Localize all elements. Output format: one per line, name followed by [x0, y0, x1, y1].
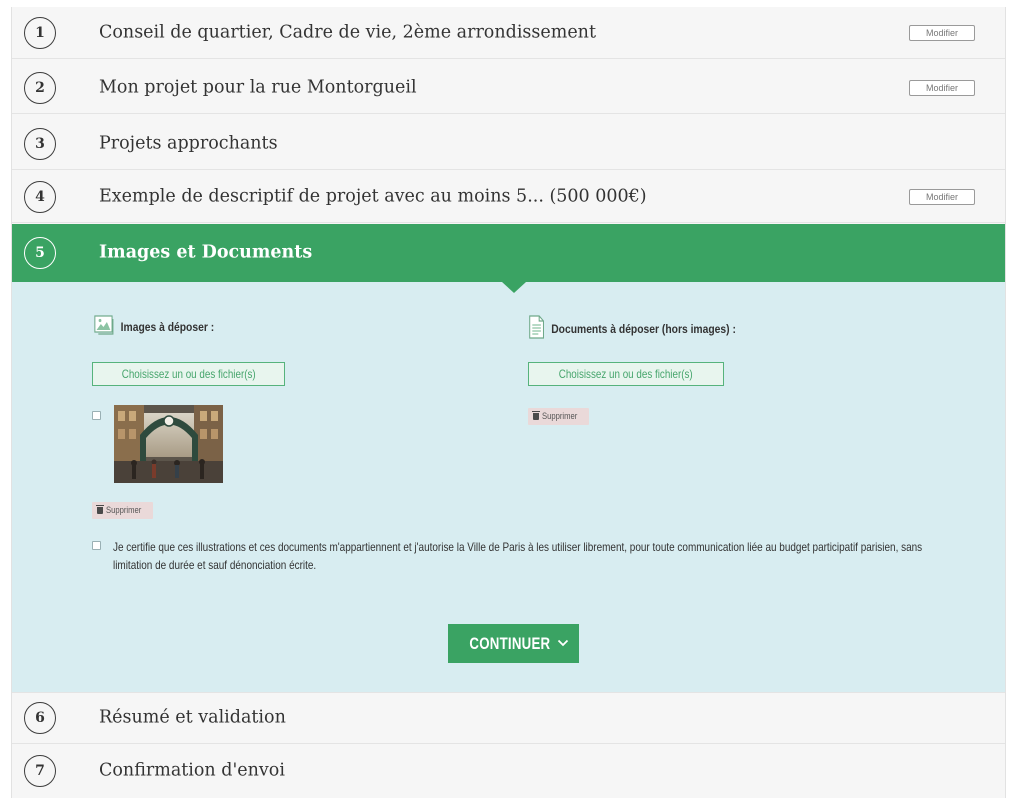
step-6-title: Résumé et validation — [99, 707, 286, 728]
step-4-modify-button[interactable]: Modifier — [909, 188, 975, 205]
choose-documents-button-label: Choisissez un ou des fichier(s) — [559, 367, 693, 381]
choose-documents-button[interactable]: Choisissez un ou des fichier(s) — [528, 362, 724, 386]
step-4-title: Exemple de descriptif de projet avec au … — [99, 186, 647, 207]
active-step-pointer — [502, 282, 526, 293]
image-select-checkbox[interactable] — [92, 411, 101, 420]
continue-button-label: CONTINUER — [469, 633, 550, 653]
step-5-title: Images et Documents — [99, 242, 313, 263]
trash-icon — [532, 411, 540, 420]
step-3-row[interactable]: 3 Projets approchants — [12, 118, 1005, 170]
step-1-modify-button[interactable]: Modifier — [909, 24, 975, 41]
step-1-number: 1 — [24, 16, 56, 49]
delete-document-button[interactable]: Supprimer — [528, 408, 589, 425]
delete-image-label: Supprimer — [106, 505, 142, 515]
trash-icon — [96, 505, 104, 514]
images-upload-label: Images à déposer : — [94, 315, 214, 338]
step-7-title: Confirmation d'envoi — [99, 760, 285, 781]
step-3-number: 3 — [24, 127, 56, 160]
delete-image-button[interactable]: Supprimer — [92, 502, 153, 519]
uploaded-image-thumbnail[interactable] — [114, 405, 223, 483]
step-5-header[interactable]: 5 Images et Documents — [12, 224, 1005, 282]
step-4-row[interactable]: 4 Exemple de descriptif de projet avec a… — [12, 171, 1005, 223]
step-5-number: 5 — [24, 237, 56, 269]
step-2-title: Mon projet pour la rue Montorgueil — [99, 77, 417, 98]
step-2-number: 2 — [24, 71, 56, 104]
step-6-number: 6 — [24, 702, 56, 734]
documents-upload-label: Documents à déposer (hors images) : — [528, 315, 736, 342]
step-7-number: 7 — [24, 755, 56, 787]
project-wizard: 1 Conseil de quartier, Cadre de vie, 2èm… — [11, 7, 1006, 798]
step-1-title: Conseil de quartier, Cadre de vie, 2ème … — [99, 22, 596, 43]
document-file-icon — [528, 315, 545, 342]
step-2-row[interactable]: 2 Mon projet pour la rue Montorgueil Mod… — [12, 62, 1005, 114]
choose-images-button-label: Choisissez un ou des fichier(s) — [121, 367, 256, 381]
images-upload-label-text: Images à déposer : — [120, 319, 215, 334]
image-file-icon — [94, 315, 115, 338]
certification-text: Je certifie que ces illustrations et ces… — [113, 540, 923, 572]
step-1-row[interactable]: 1 Conseil de quartier, Cadre de vie, 2èm… — [12, 7, 1005, 59]
step-7-row[interactable]: 7 Confirmation d'envoi — [12, 745, 1005, 797]
choose-images-button[interactable]: Choisissez un ou des fichier(s) — [92, 362, 285, 386]
continue-button[interactable]: CONTINUER — [448, 624, 579, 663]
step-2-modify-button[interactable]: Modifier — [909, 79, 975, 96]
certify-checkbox[interactable] — [92, 541, 101, 550]
step-3-title: Projets approchants — [99, 133, 278, 154]
delete-document-label: Supprimer — [542, 411, 578, 421]
step-4-number: 4 — [24, 180, 56, 213]
documents-upload-label-text: Documents à déposer (hors images) : — [551, 321, 736, 336]
step-6-row[interactable]: 6 Résumé et validation — [12, 692, 1005, 744]
chevron-down-icon — [557, 635, 569, 653]
